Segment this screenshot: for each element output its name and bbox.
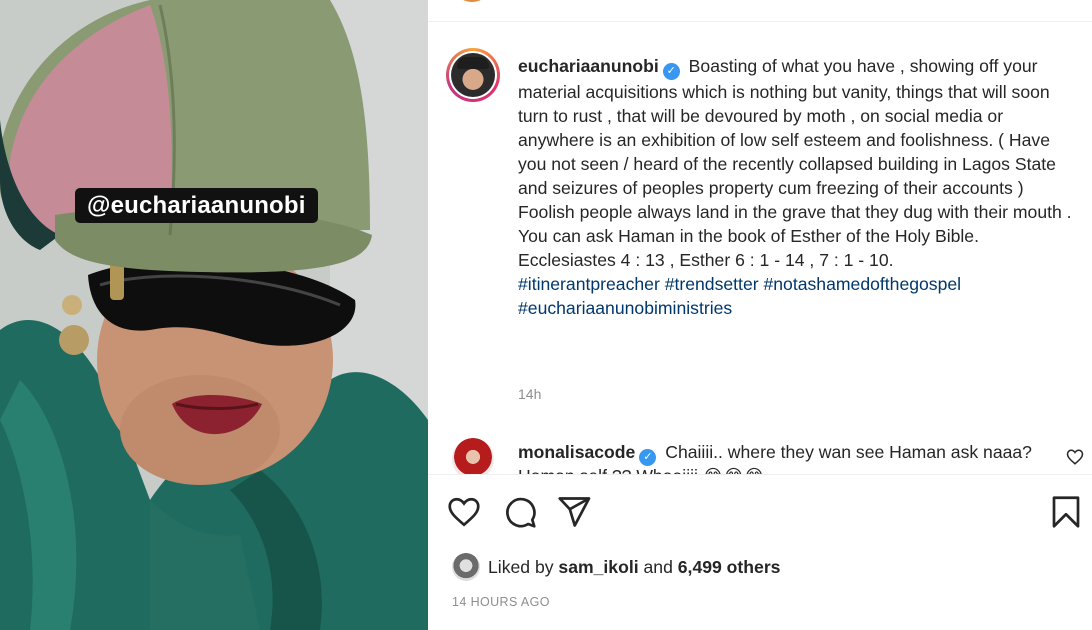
comment-body: Chaiiii.. where they wan see Haman ask n…: [665, 442, 1032, 462]
photo-username-tag: @euchariaanunobi: [75, 188, 318, 223]
story-ring-partial: [452, 0, 492, 2]
liker-avatar: [452, 553, 480, 581]
caption-time[interactable]: 14h: [518, 386, 541, 402]
header-strip: [428, 0, 1092, 22]
commenter-username[interactable]: monalisacode: [518, 442, 635, 462]
verified-badge-icon: ✓: [662, 63, 680, 80]
author-avatar[interactable]: [446, 48, 500, 102]
caption-paragraph-4: Ecclesiastes 4 : 13 , Esther 6 : 1 - 14 …: [518, 250, 894, 270]
heart-icon[interactable]: [446, 494, 482, 530]
caption-paragraph-2: Foolish people always land in the grave …: [518, 202, 1072, 222]
likes-others-count[interactable]: 6,499 others: [678, 557, 781, 577]
hashtag-line-1[interactable]: #itinerantpreacher #trendsetter #notasha…: [518, 272, 1078, 296]
caption-paragraph-3: You can ask Haman in the book of Esther …: [518, 226, 979, 246]
comment-body-cut: Haman self ?? Whaaiiii 😂😂😂: [518, 464, 764, 474]
share-icon[interactable]: [556, 494, 592, 530]
actions-divider: [428, 474, 1092, 475]
commenter-avatar[interactable]: [452, 438, 494, 474]
post-photo[interactable]: @euchariaanunobi: [0, 0, 428, 630]
post-timestamp[interactable]: 14 HOURS AGO: [452, 595, 550, 609]
hashtag-line-2[interactable]: #euchariaanunobiministries: [518, 296, 1078, 320]
author-avatar-image: [451, 53, 495, 97]
post-actions-bar: [428, 480, 1092, 544]
post-detail-panel: euchariaanunobi ✓ Boasting of what you ha…: [428, 0, 1092, 630]
comment-heart-icon[interactable]: [1066, 448, 1084, 466]
liker-username[interactable]: sam_ikoli: [558, 557, 638, 577]
likes-prefix: Liked by: [488, 557, 554, 577]
comment-icon[interactable]: [502, 494, 538, 530]
photo-illustration: [0, 0, 428, 630]
post-caption: euchariaanunobi ✓ Boasting of what you ha…: [518, 54, 1078, 320]
bookmark-icon[interactable]: [1048, 494, 1084, 530]
caption-paragraph-1: Boasting of what you have , showing off …: [518, 56, 1056, 198]
author-username[interactable]: euchariaanunobi: [518, 56, 659, 76]
comment-text: monalisacode ✓ Chaiiii.. where they wan s…: [518, 440, 1053, 466]
comments-scroll-area[interactable]: euchariaanunobi ✓ Boasting of what you ha…: [428, 22, 1092, 474]
likes-middle: and: [643, 557, 673, 577]
